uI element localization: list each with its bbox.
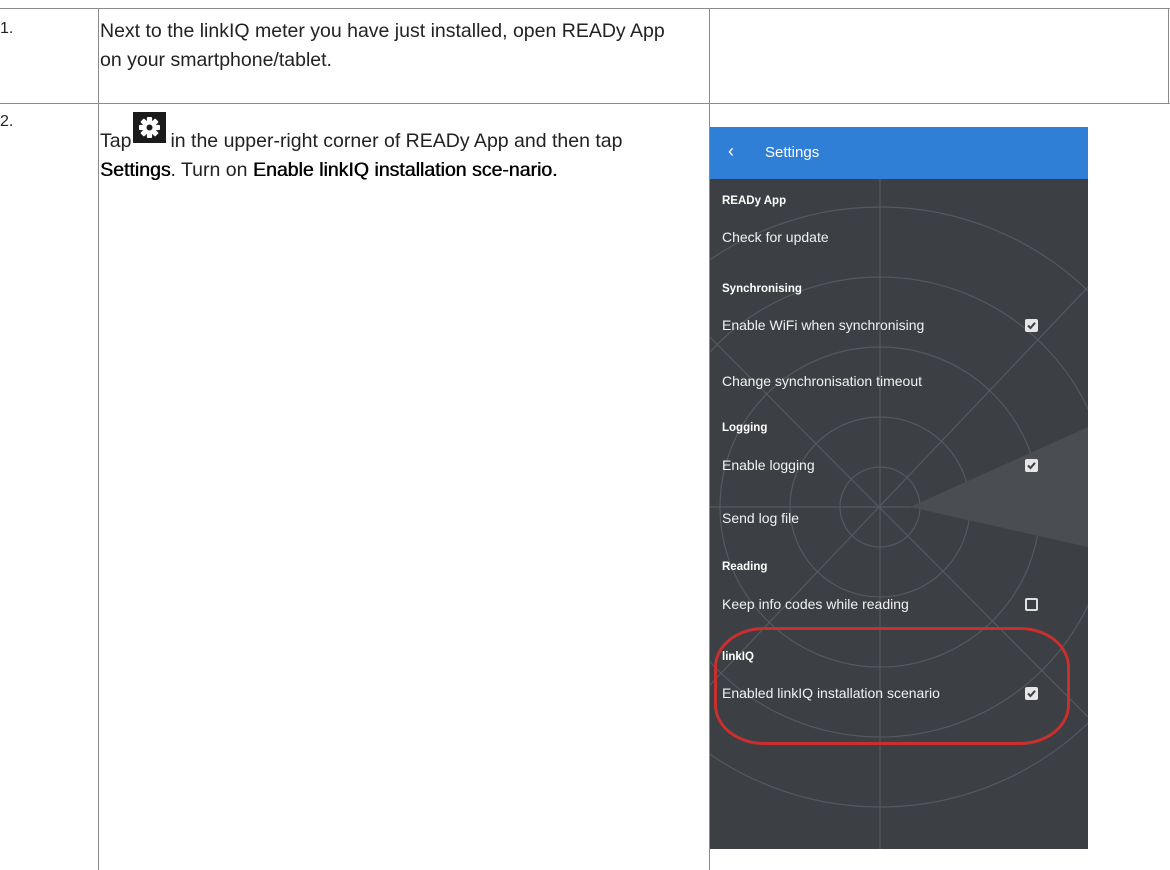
check-for-update-item[interactable]: Check for update (722, 229, 829, 245)
change-sync-timeout-item[interactable]: Change synchronisation timeout (722, 373, 922, 389)
step-2-turn-on: . Turn on (170, 159, 248, 181)
settings-keyword: Settings (100, 159, 171, 181)
linkiq-highlight-ellipse (714, 627, 1070, 745)
step-number-1: 1. (0, 20, 14, 37)
section-heading-reading: Reading (722, 561, 768, 573)
step-text-2: Tap in the upper-right corner of READy Ap… (100, 112, 700, 185)
enable-logging-checkbox[interactable] (1025, 459, 1038, 472)
keep-info-codes-item[interactable]: Keep info codes while reading (722, 596, 909, 612)
step-2-tap: Tap (100, 130, 132, 152)
keep-info-codes-checkbox[interactable] (1025, 598, 1038, 611)
gear-icon (133, 112, 167, 143)
send-log-file-item[interactable]: Send log file (722, 510, 799, 526)
back-button[interactable]: ‹ (728, 141, 734, 162)
step-number-2: 2. (0, 113, 14, 130)
phone-settings-screenshot: ‹ Settings READy App Check for update Sy… (710, 127, 1088, 849)
enable-wifi-checkbox[interactable] (1025, 319, 1038, 332)
section-heading-ready-app: READy App (722, 195, 787, 207)
table-column-divider-1 (98, 8, 99, 870)
enable-logging-item[interactable]: Enable logging (722, 457, 815, 473)
table-border-right (1168, 8, 1169, 104)
enable-linkiq-keyword: Enable linkIQ installation sce-nario. (252, 159, 558, 181)
settings-title: Settings (765, 144, 820, 161)
step-2-instruction: in the upper-right corner of READy App a… (170, 130, 623, 152)
table-border-top (0, 8, 1170, 9)
enable-wifi-item[interactable]: Enable WiFi when synchronising (722, 317, 924, 333)
table-border-row1-bottom (0, 103, 1170, 104)
step-text-1: Next to the linkIQ meter you have just i… (100, 20, 665, 71)
section-heading-synchronising: Synchronising (722, 283, 802, 295)
settings-app-bar: ‹ Settings (710, 127, 1088, 179)
section-heading-logging: Logging (722, 422, 768, 434)
